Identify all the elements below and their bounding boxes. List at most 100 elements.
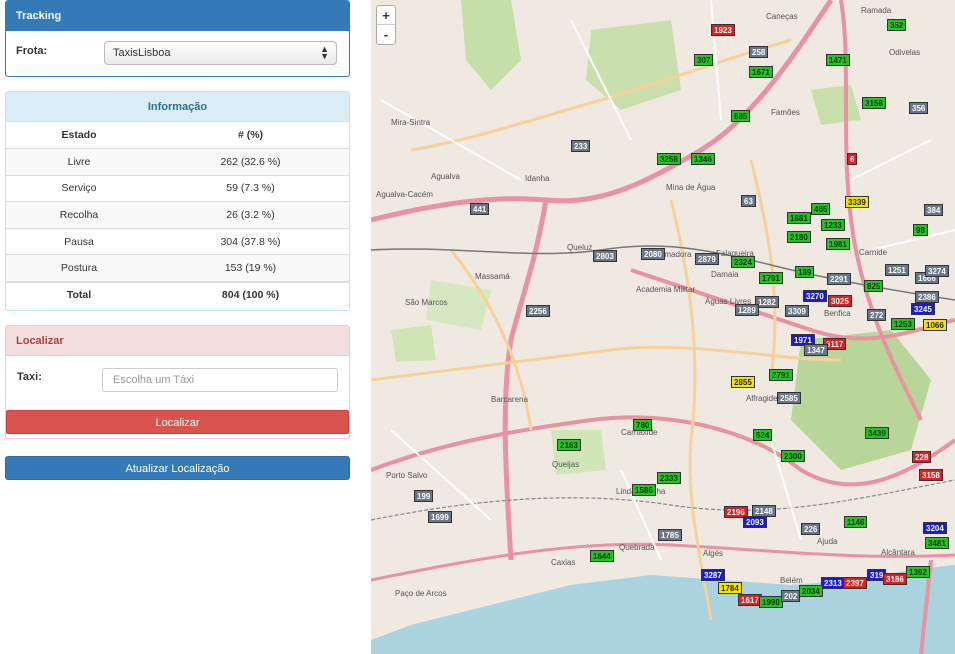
taxi-marker[interactable]: 3245	[911, 303, 935, 315]
taxi-marker[interactable]: 6	[847, 153, 858, 165]
park-area	[586, 20, 681, 110]
taxi-marker[interactable]: 3309	[785, 305, 809, 317]
taxi-marker[interactable]: 2300	[781, 450, 805, 462]
taxi-marker[interactable]: 2163	[557, 439, 581, 451]
taxi-marker[interactable]: 1347	[804, 344, 828, 356]
taxi-marker[interactable]: 3270	[803, 290, 827, 302]
estado-cell: Postura	[6, 254, 152, 282]
atualizar-localizacao-button[interactable]: Atualizar Localização	[5, 456, 350, 480]
taxi-marker[interactable]: 1699	[428, 511, 452, 523]
taxi-marker[interactable]: 2333	[657, 472, 681, 484]
taxi-marker[interactable]: 524	[753, 429, 773, 441]
taxi-marker[interactable]: 226	[801, 523, 821, 535]
taxi-marker[interactable]: 1784	[718, 582, 742, 594]
taxi-marker[interactable]: 202	[781, 590, 801, 602]
taxi-marker[interactable]: 2879	[695, 253, 719, 265]
taxi-marker[interactable]: 2180	[787, 231, 811, 243]
taxi-marker[interactable]: 3339	[845, 196, 869, 208]
place-label: Ramada	[861, 6, 892, 15]
taxi-marker[interactable]: 1785	[658, 529, 682, 541]
taxi-marker[interactable]: 1671	[749, 66, 773, 78]
taxi-marker[interactable]: 228	[912, 451, 932, 463]
taxi-marker[interactable]: 384	[924, 204, 944, 216]
taxi-marker[interactable]: 780	[633, 419, 653, 431]
taxi-marker[interactable]: 3158	[919, 469, 943, 481]
taxi-marker[interactable]: 2034	[799, 585, 823, 597]
valor-cell: 59 (7.3 %)	[152, 174, 349, 202]
taxi-marker[interactable]: 2256	[526, 305, 550, 317]
localizar-button[interactable]: Localizar	[6, 410, 349, 434]
taxi-marker[interactable]: 2093	[743, 516, 767, 528]
taxi-marker[interactable]: 2313	[821, 577, 845, 589]
taxi-marker[interactable]: 2585	[777, 392, 801, 404]
updown-arrow-icon: ▲ ▼	[320, 44, 329, 61]
taxi-marker[interactable]: 465	[811, 203, 831, 215]
taxi-marker[interactable]: 3287	[701, 569, 725, 581]
taxi-marker[interactable]: 63	[741, 195, 756, 207]
taxi-marker[interactable]: 3158	[862, 97, 886, 109]
status-table: Estado # (%) Livre 262 (32.6 %) Serviço 59…	[6, 122, 349, 309]
taxi-marker[interactable]: 2791	[769, 369, 793, 381]
informacao-panel: Informação Estado # (%) Livre 262 (32.6 %…	[5, 91, 350, 311]
taxi-search-input[interactable]	[102, 368, 338, 392]
taxi-marker[interactable]: 98	[913, 224, 928, 236]
taxi-marker[interactable]: 2080	[641, 248, 665, 260]
taxi-marker[interactable]: 2291	[827, 273, 851, 285]
taxi-marker[interactable]: 1066	[923, 319, 947, 331]
frota-select-value: TaxisLisboa	[113, 47, 171, 59]
taxi-marker[interactable]: 199	[414, 490, 434, 502]
taxi-marker[interactable]: 3204	[923, 522, 947, 534]
taxi-marker[interactable]: 272	[867, 309, 887, 321]
place-label: Algés	[703, 549, 724, 558]
zoom-out-button[interactable]: -	[377, 25, 395, 44]
taxi-marker[interactable]: 3439	[865, 427, 889, 439]
taxi-marker[interactable]: 3258	[657, 153, 681, 165]
taxi-marker[interactable]: 2324	[731, 256, 755, 268]
taxi-marker[interactable]: 1392	[906, 566, 930, 578]
taxi-marker[interactable]: 885	[731, 110, 751, 122]
taxi-label: Taxi:	[17, 371, 42, 383]
taxi-marker[interactable]: 3186	[883, 573, 907, 585]
taxi-marker[interactable]: 1644	[590, 550, 614, 562]
taxi-marker[interactable]: 1289	[735, 304, 759, 316]
map-view[interactable]: + - Mira-Sintra Agualva Agualva-Cacém Idanh…	[371, 0, 955, 654]
taxi-marker[interactable]: 258	[749, 46, 769, 58]
taxi-marker[interactable]: 441	[470, 203, 490, 215]
taxi-marker[interactable]: 356	[909, 102, 929, 114]
frota-select[interactable]: TaxisLisboa ▲ ▼	[104, 41, 337, 65]
place-label: Famões	[771, 108, 800, 117]
taxi-marker[interactable]: 1990	[759, 596, 783, 608]
taxi-marker[interactable]: 1346	[691, 153, 715, 165]
taxi-marker[interactable]: 307	[694, 54, 714, 66]
taxi-marker[interactable]: 3274	[925, 265, 949, 277]
taxi-marker[interactable]: 1251	[885, 264, 909, 276]
taxi-marker[interactable]: 1471	[826, 54, 850, 66]
zoom-in-button[interactable]: +	[377, 6, 395, 25]
taxi-marker[interactable]: 1146	[844, 516, 868, 528]
taxi-marker[interactable]: 1233	[821, 219, 845, 231]
taxi-marker[interactable]: 825	[864, 280, 884, 292]
taxi-marker[interactable]: 352	[887, 19, 907, 31]
total-label: Total	[6, 280, 152, 309]
taxi-marker[interactable]: 233	[571, 140, 591, 152]
taxi-marker[interactable]: 1701	[759, 272, 783, 284]
taxi-marker[interactable]: 189	[795, 266, 815, 278]
place-label: Idanha	[525, 174, 550, 183]
taxi-marker[interactable]: 1981	[826, 238, 850, 250]
taxi-marker[interactable]: 2803	[593, 250, 617, 262]
taxi-marker[interactable]: 1881	[787, 212, 811, 224]
taxi-marker[interactable]: 3481	[925, 537, 949, 549]
sidebar: Tracking Frota: TaxisLisboa ▲ ▼ Informaçã…	[0, 0, 355, 654]
taxi-marker[interactable]: 1253	[891, 318, 915, 330]
localizar-panel-title: Localizar	[6, 326, 349, 356]
taxi-marker[interactable]: 2397	[843, 577, 867, 589]
taxi-marker[interactable]: 3025	[828, 295, 852, 307]
table-row: Recolha 26 (3.2 %)	[6, 201, 349, 229]
place-label: Carnide	[859, 248, 888, 257]
park-area	[811, 85, 861, 125]
taxi-marker[interactable]: 2386	[915, 291, 939, 303]
taxi-marker[interactable]: 2855	[731, 376, 755, 388]
taxi-marker[interactable]: 1923	[711, 24, 735, 36]
taxi-marker[interactable]: 1586	[632, 484, 656, 496]
place-label: Agualva	[431, 172, 460, 181]
